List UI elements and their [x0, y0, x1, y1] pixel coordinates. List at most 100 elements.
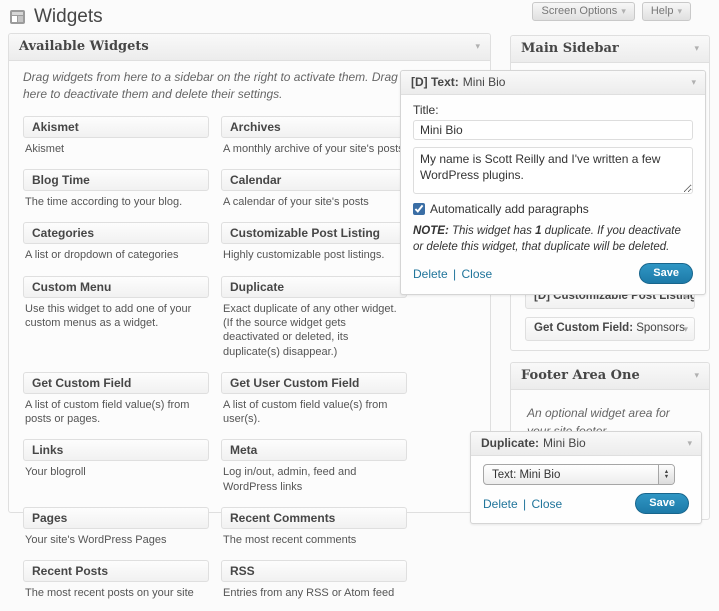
text-widget-header[interactable]: [D] Text:Mini Bio ▾ [401, 71, 705, 95]
screen-options-label: Screen Options [541, 5, 617, 17]
duplicate-widget-editor: Duplicate: Mini Bio ▾ Text: Mini Bio ▲ ▼ … [470, 431, 702, 524]
available-widget-archives: ArchivesA monthly archive of your site's… [221, 116, 407, 156]
footer-area-title: Footer Area One [521, 368, 640, 383]
chevron-down-icon: ▾ [691, 78, 696, 87]
text-widget-editor: [D] Text:Mini Bio ▾ Title: My name is Sc… [400, 70, 706, 295]
note-prefix: NOTE: [413, 225, 449, 237]
available-widget-recent-comments: Recent CommentsThe most recent comments [221, 507, 407, 547]
text-widget-body: Title: My name is Scott Reilly and I've … [401, 95, 705, 294]
sidebar-widget-title-rest: Sponsors [636, 322, 685, 334]
available-widget-pages: PagesYour site's WordPress Pages [23, 507, 209, 547]
duplicate-widget-header-bold: Duplicate: [481, 436, 539, 450]
available-widget-blog-time: Blog TimeThe time according to your blog… [23, 169, 209, 209]
widget-control-links: Delete | Close [483, 497, 562, 511]
auto-paragraphs-checkbox[interactable] [413, 203, 425, 215]
widget-bar-calendar[interactable]: Calendar [221, 169, 407, 191]
chevron-down-icon: ▾ [677, 7, 682, 16]
available-widget-recent-posts: Recent PostsThe most recent posts on you… [23, 560, 209, 600]
text-body-textarea[interactable]: My name is Scott Reilly and I've written… [413, 147, 693, 194]
duplicate-note: NOTE: This widget has 1 duplicate. If yo… [413, 224, 693, 255]
widget-bar-recent-comments[interactable]: Recent Comments [221, 507, 407, 529]
widget-bar-custom-menu[interactable]: Custom Menu [23, 276, 209, 298]
widget-bar-recent-posts[interactable]: Recent Posts [23, 560, 209, 582]
widget-bar-categories[interactable]: Categories [23, 222, 209, 244]
auto-paragraphs-row: Automatically add paragraphs [413, 202, 693, 216]
widget-bar-duplicate[interactable]: Duplicate [221, 276, 407, 298]
available-widget-get-user-custom-field: Get User Custom FieldA list of custom fi… [221, 372, 407, 427]
available-widgets-title: Available Widgets [19, 39, 149, 54]
sidebar-widget-get-custom-field[interactable]: Get Custom Field: Sponsors▾ [525, 317, 695, 341]
widget-bar-pages[interactable]: Pages [23, 507, 209, 529]
widget-bar-customizable-post-listing[interactable]: Customizable Post Listing [221, 222, 407, 244]
save-button[interactable]: Save [639, 263, 693, 284]
widget-description: Use this widget to add one of your custo… [23, 298, 209, 331]
text-widget-header-rest: Mini Bio [463, 75, 506, 89]
help-button[interactable]: Help ▾ [642, 2, 691, 21]
widget-description: A list or dropdown of categories [23, 244, 209, 262]
widget-description: Your blogroll [23, 461, 209, 479]
widget-description: A list of custom field value(s) from pos… [23, 394, 209, 427]
widget-description: A monthly archive of your site's posts [221, 138, 407, 156]
widget-description: Exact duplicate of any other widget. (If… [221, 298, 407, 359]
sidebar-widget-title-bold: Get Custom Field: [534, 322, 636, 334]
widget-bar-meta[interactable]: Meta [221, 439, 407, 461]
widget-description: A calendar of your site's posts [221, 191, 407, 209]
screen-meta-links: Screen Options ▾ Help ▾ [532, 2, 691, 21]
available-widget-akismet: AkismetAkismet [23, 116, 209, 156]
widget-description: Your site's WordPress Pages [23, 529, 209, 547]
select-stepper-icon: ▲ ▼ [658, 465, 674, 484]
chevron-down-icon: ▾ [694, 371, 699, 380]
page-title: Widgets [34, 6, 103, 28]
widget-bar-akismet[interactable]: Akismet [23, 116, 209, 138]
delete-link[interactable]: Delete [483, 497, 518, 511]
footer-area-header[interactable]: Footer Area One ▾ [511, 363, 709, 390]
selected-option-label: Text: Mini Bio [484, 469, 658, 481]
widget-bar-archives[interactable]: Archives [221, 116, 407, 138]
available-widget-duplicate: DuplicateExact duplicate of any other wi… [221, 276, 407, 359]
widgets-icon [10, 10, 25, 24]
duplicate-widget-header[interactable]: Duplicate: Mini Bio ▾ [471, 432, 701, 456]
delete-link[interactable]: Delete [413, 267, 448, 281]
widget-description: Log in/out, admin, feed and WordPress li… [221, 461, 407, 494]
widget-bar-links[interactable]: Links [23, 439, 209, 461]
widget-bar-get-user-custom-field[interactable]: Get User Custom Field [221, 372, 407, 394]
main-sidebar-title: Main Sidebar [521, 41, 619, 56]
note-text: This widget has [449, 225, 535, 237]
duplicate-widget-body: Text: Mini Bio ▲ ▼ Delete | Close Save [471, 456, 701, 523]
available-widget-meta: MetaLog in/out, admin, feed and WordPres… [221, 439, 407, 494]
available-widgets-header[interactable]: Available Widgets ▾ [9, 34, 490, 61]
stepper-down-icon: ▼ [664, 475, 669, 480]
widget-description: Akismet [23, 138, 209, 156]
chevron-down-icon: ▾ [475, 42, 480, 51]
widget-control-links: Delete | Close [413, 267, 492, 281]
chevron-down-icon: ▾ [687, 439, 692, 448]
chevron-down-icon: ▾ [694, 44, 699, 53]
screen-options-button[interactable]: Screen Options ▾ [532, 2, 634, 21]
available-widget-customizable-post-listing: Customizable Post ListingHighly customiz… [221, 222, 407, 262]
available-widget-custom-menu: Custom MenuUse this widget to add one of… [23, 276, 209, 359]
widget-bar-rss[interactable]: RSS [221, 560, 407, 582]
save-button[interactable]: Save [635, 493, 689, 514]
close-link[interactable]: Close [532, 497, 563, 511]
link-separator: | [453, 267, 456, 281]
main-sidebar-header[interactable]: Main Sidebar ▾ [511, 36, 709, 63]
widget-bar-blog-time[interactable]: Blog Time [23, 169, 209, 191]
widget-description: A list of custom field value(s) from use… [221, 394, 407, 427]
available-widget-get-custom-field: Get Custom FieldA list of custom field v… [23, 372, 209, 427]
widget-description: The most recent posts on your site [23, 582, 209, 600]
chevron-down-icon: ▾ [621, 7, 626, 16]
duplicate-widget-header-rest: Mini Bio [543, 436, 586, 450]
close-link[interactable]: Close [462, 267, 493, 281]
help-label: Help [651, 5, 674, 17]
widget-description: Highly customizable post listings. [221, 244, 407, 262]
duplicate-source-select[interactable]: Text: Mini Bio ▲ ▼ [483, 464, 675, 485]
page-header: Widgets [10, 6, 103, 28]
available-widget-calendar: CalendarA calendar of your site's posts [221, 169, 407, 209]
title-input[interactable] [413, 120, 693, 140]
widget-bar-get-custom-field[interactable]: Get Custom Field [23, 372, 209, 394]
text-widget-footer: Delete | Close Save [413, 263, 693, 284]
auto-paragraphs-label: Automatically add paragraphs [430, 202, 589, 216]
widget-description: The most recent comments [221, 529, 407, 547]
link-separator: | [523, 497, 526, 511]
duplicate-widget-footer: Delete | Close Save [483, 493, 689, 514]
